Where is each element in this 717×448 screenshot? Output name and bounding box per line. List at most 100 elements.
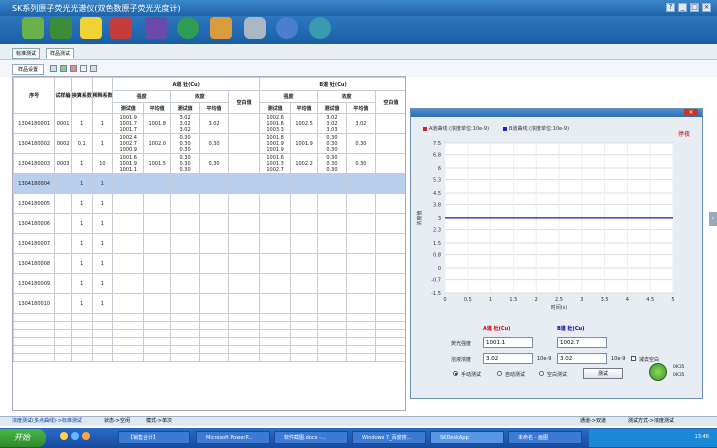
empty-cell[interactable] <box>70 353 93 362</box>
cell-sample-no[interactable]: 0002 <box>54 133 72 154</box>
cell-a-avg[interactable] <box>143 193 172 214</box>
empty-cell[interactable] <box>91 329 114 338</box>
tools-icon[interactable] <box>210 17 232 39</box>
empty-cell[interactable] <box>317 313 347 322</box>
cell-b-avg[interactable] <box>290 193 318 214</box>
empty-cell[interactable] <box>259 353 292 362</box>
cell-b-measured[interactable] <box>259 173 292 194</box>
cell-a-conc-measured[interactable] <box>170 293 201 314</box>
cell-b-avg[interactable] <box>290 233 318 254</box>
cell-dilution[interactable]: 1 <box>91 233 114 254</box>
cell-dilution[interactable]: 1 <box>91 173 114 194</box>
browser-icon[interactable] <box>60 432 68 440</box>
table-row[interactable]: 1304180004 1 1 <box>13 173 405 194</box>
empty-cell[interactable] <box>290 329 318 338</box>
cell-b-measured[interactable] <box>259 273 292 294</box>
cell-a-avg[interactable]: 1001.5 <box>143 153 172 174</box>
tab-standard-test[interactable]: 标准测试 <box>12 48 41 59</box>
sample-settings-button[interactable]: 样品设置 <box>12 64 44 75</box>
cell-a-blank[interactable] <box>228 233 261 254</box>
cell-b-blank[interactable] <box>374 193 405 214</box>
cell-b-measured[interactable] <box>259 233 292 254</box>
cell-factor[interactable]: 1 <box>70 173 93 194</box>
cell-a-conc-avg[interactable]: 0.30 <box>199 133 230 154</box>
empty-cell[interactable] <box>199 313 230 322</box>
cell-b-conc-avg[interactable] <box>345 213 376 234</box>
cell-seq[interactable]: 1304180004 <box>13 173 56 194</box>
cell-a-conc-avg[interactable]: 3.02 <box>199 113 230 134</box>
cell-a-avg[interactable] <box>143 293 172 314</box>
cell-b-conc-measured[interactable] <box>317 193 347 214</box>
empty-cell[interactable] <box>70 345 93 354</box>
cell-a-avg[interactable] <box>143 173 172 194</box>
task-item-word[interactable]: 软件截图.docx -... <box>274 431 348 444</box>
empty-cell[interactable] <box>91 313 114 322</box>
empty-cell[interactable] <box>13 337 56 346</box>
table-row[interactable]: 1304180002 0002 0.1 1 1002.4 1002.7 1000.9 1002… <box>13 133 405 154</box>
auto-test-radio[interactable] <box>497 371 502 376</box>
cell-a-avg[interactable] <box>143 273 172 294</box>
task-item-sales[interactable]: 【销售合计】 <box>118 431 190 444</box>
table-row[interactable]: 1304180010 1 1 <box>13 293 405 314</box>
empty-cell[interactable] <box>170 353 201 362</box>
empty-cell[interactable] <box>199 329 230 338</box>
cell-b-measured[interactable]: 1001.8 1001.9 1001.9 <box>259 133 292 154</box>
cell-sample-no[interactable] <box>54 193 72 214</box>
cell-a-blank[interactable] <box>228 153 261 174</box>
cell-b-measured[interactable]: 1002.6 1001.6 1003.3 <box>259 113 292 134</box>
empty-cell[interactable] <box>259 337 292 346</box>
concentration-b-field[interactable]: 3.02 <box>557 353 607 364</box>
empty-cell[interactable] <box>91 345 114 354</box>
ie-icon[interactable] <box>71 432 79 440</box>
cell-b-conc-measured[interactable] <box>317 253 347 274</box>
task-item-paint[interactable]: 未命名 - 画图 <box>508 431 582 444</box>
cell-b-conc-avg[interactable] <box>345 173 376 194</box>
empty-cell[interactable] <box>54 353 72 362</box>
cell-b-conc-measured[interactable]: 0.30 0.30 0.30 <box>317 153 347 174</box>
empty-cell[interactable] <box>259 313 292 322</box>
cell-a-conc-measured[interactable] <box>170 213 201 234</box>
cell-seq[interactable]: 1304180006 <box>13 213 56 234</box>
cell-seq[interactable]: 1304180010 <box>13 293 56 314</box>
empty-cell[interactable] <box>170 313 201 322</box>
cell-factor[interactable]: 1 <box>70 273 93 294</box>
empty-cell[interactable] <box>13 353 56 362</box>
cell-b-avg[interactable] <box>290 213 318 234</box>
intensity-b-field[interactable]: 1002.7 <box>557 337 607 348</box>
table-row[interactable] <box>13 321 405 330</box>
empty-cell[interactable] <box>199 321 230 330</box>
analysis-icon[interactable] <box>80 17 102 39</box>
cell-b-conc-avg[interactable]: 3.02 <box>345 113 376 134</box>
cell-a-conc-measured[interactable] <box>170 193 201 214</box>
empty-cell[interactable] <box>112 353 145 362</box>
empty-cell[interactable] <box>170 345 201 354</box>
table-row[interactable]: 1304180003 0003 1 10 1001.6 1001.9 1001.1 1001.… <box>13 153 405 174</box>
print-icon[interactable] <box>80 65 87 72</box>
empty-cell[interactable] <box>228 345 261 354</box>
cell-a-conc-avg[interactable] <box>199 233 230 254</box>
cell-a-conc-measured[interactable]: 0.30 0.30 0.30 <box>170 153 201 174</box>
table-row[interactable]: 1304180001 0001 1 1 1001.9 1001.7 1001.7 1001.8… <box>13 113 405 134</box>
cell-b-blank[interactable] <box>374 253 405 274</box>
cell-a-blank[interactable] <box>228 113 261 134</box>
cell-a-avg[interactable]: 1001.8 <box>143 113 172 134</box>
cell-b-measured[interactable] <box>259 253 292 274</box>
task-item-powerpoint[interactable]: Microsoft PowerP... <box>196 431 270 444</box>
cell-dilution[interactable]: 1 <box>91 133 114 154</box>
empty-cell[interactable] <box>199 353 230 362</box>
cell-seq[interactable]: 1304180002 <box>13 133 56 154</box>
cell-b-conc-avg[interactable] <box>345 193 376 214</box>
cell-b-conc-avg[interactable] <box>345 233 376 254</box>
cell-a-conc-avg[interactable] <box>199 253 230 274</box>
empty-cell[interactable] <box>290 337 318 346</box>
cell-b-conc-measured[interactable]: 0.30 0.30 0.30 <box>317 133 347 154</box>
empty-cell[interactable] <box>70 321 93 330</box>
empty-cell[interactable] <box>54 337 72 346</box>
cell-sample-no[interactable] <box>54 273 72 294</box>
empty-cell[interactable] <box>13 345 56 354</box>
cell-b-conc-avg[interactable] <box>345 293 376 314</box>
cell-b-avg[interactable] <box>290 253 318 274</box>
empty-cell[interactable] <box>228 353 261 362</box>
empty-cell[interactable] <box>290 313 318 322</box>
cell-a-avg[interactable] <box>143 253 172 274</box>
